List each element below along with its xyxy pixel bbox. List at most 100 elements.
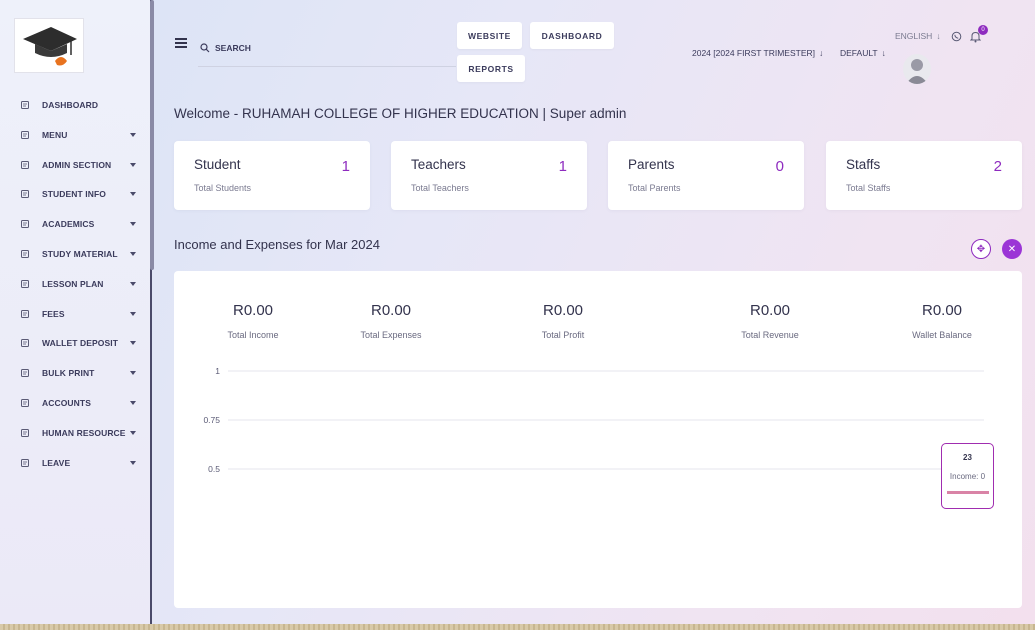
stat-card-teachers[interactable]: Teachers Total Teachers 1	[391, 141, 587, 210]
stat-value: 1	[558, 158, 567, 175]
whatsapp-icon[interactable]	[951, 31, 962, 42]
summary-label: Total Revenue	[741, 330, 799, 340]
user-avatar-icon	[906, 59, 928, 84]
caret-down-icon	[130, 222, 136, 227]
sidebar-item-admin-section[interactable]: ADMIN SECTION	[0, 154, 150, 176]
stat-subtitle: Total Staffs	[846, 183, 891, 193]
caret-down-icon	[130, 281, 136, 286]
dashboard-button[interactable]: DASHBOARD	[530, 22, 614, 49]
sidebar-scrollbar[interactable]	[150, 0, 154, 270]
website-button[interactable]: WEBSITE	[457, 22, 522, 49]
sidebar-item-label: DASHBOARD	[42, 100, 99, 110]
bottom-edge-strip	[0, 624, 1035, 630]
stat-title: Parents	[628, 157, 675, 172]
hamburger-menu-icon[interactable]	[175, 38, 187, 48]
search-underline	[198, 66, 456, 67]
sidebar-item-leave[interactable]: LEAVE	[0, 452, 150, 474]
sidebar-item-label: LEAVE	[42, 457, 71, 468]
tooltip-series-marker	[947, 491, 989, 494]
move-icon: ✥	[976, 243, 986, 255]
summary-value: R0.00	[921, 302, 963, 319]
caret-down-icon	[130, 460, 136, 465]
stat-value: 1	[341, 158, 350, 175]
stat-subtitle: Total Students	[194, 183, 252, 193]
arrow-down-icon: ↓	[818, 48, 824, 58]
sidebar-item-menu[interactable]: MENU	[0, 124, 150, 146]
arrow-down-icon: ↓	[936, 31, 941, 41]
caret-down-icon	[130, 252, 136, 256]
avatar[interactable]	[903, 54, 931, 84]
sidebar-item-label: ACADEMICS	[42, 219, 95, 230]
search-icon	[200, 43, 210, 53]
branch-select[interactable]: DEFAULT ↓	[840, 48, 886, 58]
human-resource-icon	[21, 428, 29, 437]
sidebar-item-label: ACCOUNTS	[42, 398, 91, 408]
search-input[interactable]: SEARCH	[200, 43, 251, 53]
caret-down-icon	[130, 192, 136, 197]
page-title: Welcome - RUHAMAH COLLEGE OF HIGHER EDUC…	[174, 106, 627, 121]
student-icon	[21, 190, 29, 199]
search-label: SEARCH	[215, 43, 251, 53]
study-material-icon	[21, 250, 29, 258]
sidebar-item-accounts[interactable]: ACCOUNTS	[0, 392, 150, 414]
sidebar-item-academics[interactable]: ACADEMICS	[0, 213, 150, 235]
stat-title: Student	[194, 157, 241, 172]
y-tick-label: 0.75	[203, 415, 220, 425]
caret-down-icon	[130, 311, 136, 316]
sidebar-item-label: WALLET DEPOSIT	[42, 338, 119, 349]
sidebar-item-label: MENU	[42, 129, 68, 140]
y-tick-label: 0.5	[208, 464, 220, 474]
close-button[interactable]: ✕	[1002, 239, 1022, 259]
sidebar-item-lesson-plan[interactable]: LESSON PLAN	[0, 273, 150, 295]
leave-icon	[21, 458, 29, 467]
income-section-title: Income and Expenses for Mar 2024	[174, 237, 380, 252]
sidebar-item-study-material[interactable]: STUDY MATERIAL	[0, 243, 150, 265]
stat-card-students[interactable]: Student Total Students 1	[174, 141, 370, 210]
menu-icon	[21, 130, 29, 139]
language-label: ENGLISH	[895, 31, 933, 41]
stat-card-parents[interactable]: Parents Total Parents 0	[608, 141, 804, 210]
stat-value: 2	[993, 158, 1002, 175]
caret-down-icon	[130, 132, 136, 137]
notification-badge: 0	[978, 25, 988, 35]
stat-subtitle: Total Teachers	[411, 183, 469, 193]
chart-tooltip: 23 Income: 0	[941, 443, 994, 509]
accounts-icon	[21, 399, 29, 407]
tooltip-day: 23	[963, 453, 972, 462]
print-icon	[21, 369, 29, 378]
fees-icon	[21, 309, 29, 318]
stat-title: Teachers	[411, 157, 466, 172]
sidebar-item-wallet-deposit[interactable]: WALLET DEPOSIT	[0, 332, 150, 354]
stat-card-staffs[interactable]: Staffs Total Staffs 2	[826, 141, 1022, 210]
stat-value: 0	[775, 158, 784, 175]
income-chart: 1 0.75 0.5	[203, 366, 984, 474]
sidebar-item-dashboard[interactable]: DASHBOARD	[0, 94, 150, 116]
sidebar-item-human-resource[interactable]: HUMAN RESOURCE	[0, 422, 150, 444]
sidebar-item-student-info[interactable]: STUDENT INFO	[0, 183, 150, 205]
sidebar-item-label: FEES	[42, 308, 65, 319]
summary-value: R0.00	[542, 302, 584, 319]
sidebar-item-label: ADMIN SECTION	[42, 159, 112, 170]
sidebar-item-bulk-print[interactable]: BULK PRINT	[0, 362, 150, 384]
tooltip-income: Income: 0	[949, 472, 986, 481]
summary-label: Total Profit	[541, 330, 585, 340]
sidebar-item-label: HUMAN RESOURCE	[42, 427, 126, 438]
sidebar-item-label: STUDY MATERIAL	[42, 249, 118, 259]
reports-button[interactable]: REPORTS	[457, 55, 525, 82]
session-select[interactable]: 2024 [2024 FIRST TRIMESTER] ↓	[692, 48, 823, 58]
wallet-icon	[21, 339, 29, 348]
sidebar-item-label: LESSON PLAN	[42, 278, 104, 289]
income-expense-panel: R0.00 Total Income R0.00 Total Expenses …	[174, 271, 1022, 608]
stat-subtitle: Total Parents	[628, 183, 681, 193]
school-logo[interactable]	[14, 18, 84, 73]
stat-title: Staffs	[846, 157, 881, 172]
language-select[interactable]: ENGLISH ↓	[895, 31, 941, 41]
summary-label: Total Expenses	[360, 330, 422, 340]
sidebar-item-label: STUDENT INFO	[42, 189, 107, 200]
academics-icon	[21, 220, 29, 229]
move-button[interactable]: ✥	[971, 239, 991, 259]
summary-label: Wallet Balance	[912, 330, 972, 340]
branch-label: DEFAULT	[840, 48, 878, 58]
sidebar-item-fees[interactable]: FEES	[0, 303, 150, 325]
session-label: 2024 [2024 FIRST TRIMESTER]	[692, 48, 815, 58]
